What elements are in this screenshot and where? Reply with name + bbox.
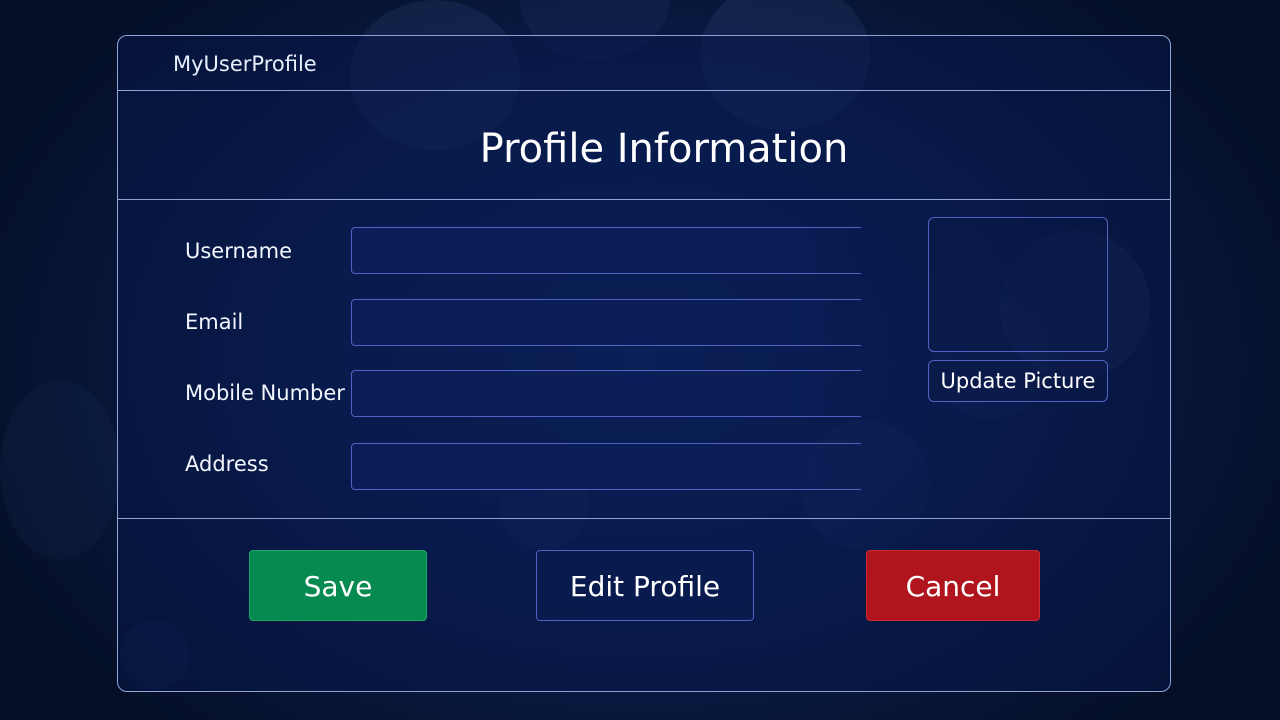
edit-profile-button[interactable]: Edit Profile [536,550,754,621]
email-label: Email [185,310,244,334]
email-field[interactable] [351,299,861,346]
address-label: Address [185,452,269,476]
profile-form: Username Email Mobile Number Address Upd… [118,200,1170,519]
mobile-number-field[interactable] [351,370,861,417]
header-section: Profile Information [118,91,1170,200]
profile-picture [928,217,1108,352]
title-bar: MyUserProfile [118,36,1170,91]
username-label: Username [185,239,293,263]
background-bokeh [0,380,120,560]
page-title: Profile Information [479,126,849,172]
update-picture-button[interactable]: Update Picture [928,360,1108,402]
mobile-number-label: Mobile Number [185,381,345,405]
username-field[interactable] [351,227,861,274]
cancel-button[interactable]: Cancel [866,550,1040,621]
action-bar: Save Edit Profile Cancel [118,519,1170,691]
profile-window: MyUserProfile Profile Information Userna… [117,35,1171,692]
address-field[interactable] [351,443,861,490]
save-button[interactable]: Save [249,550,427,621]
app-title: MyUserProfile [173,52,317,76]
